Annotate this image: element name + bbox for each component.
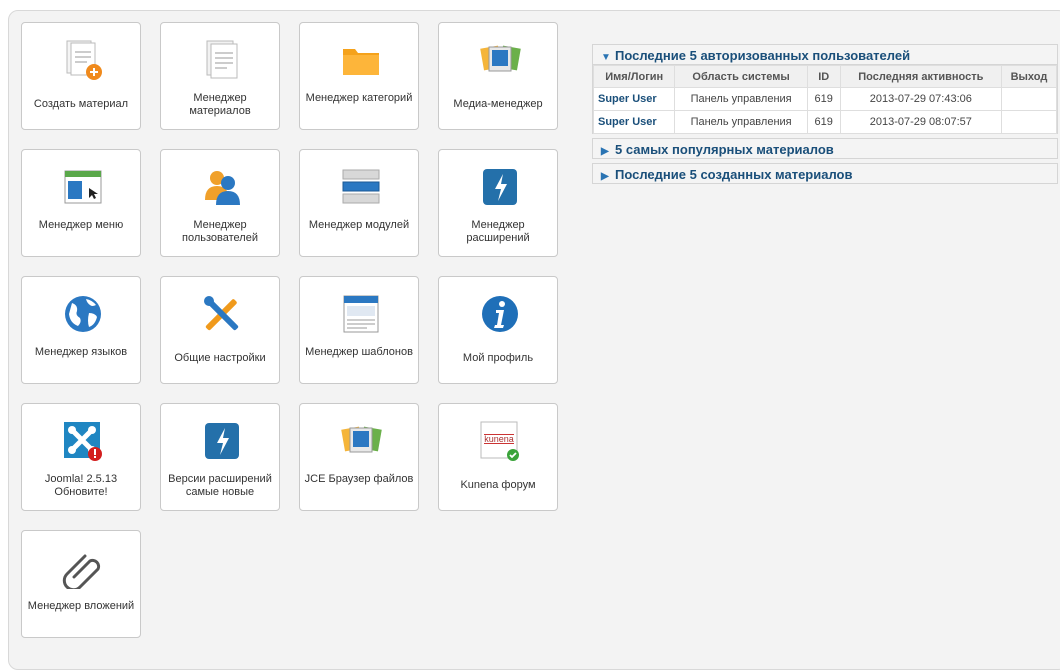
quickicon-label: Joomla! 2.5.13 Обновите! <box>44 473 118 498</box>
column-header: Имя/Логин <box>592 65 676 88</box>
table-row: Super User Панель управления 619 2013-07… <box>592 87 1058 111</box>
table-cell: 2013-07-29 07:43:06 <box>839 87 1002 111</box>
user-link[interactable]: Super User <box>592 87 676 111</box>
quickicon-module-manager[interactable]: Менеджер модулей <box>299 149 419 257</box>
attachments-paperclip-icon <box>62 554 101 589</box>
triangle-down-icon: ▼ <box>601 52 611 63</box>
quickicon-label: Менеджер вложений <box>27 600 135 612</box>
quickicon-label: Менеджер языков <box>34 346 128 358</box>
template-manager-icon <box>343 295 379 333</box>
table-cell: Панель управления <box>674 110 808 134</box>
modules-column: ▼ Последние 5 авторизованных пользователе… <box>592 44 1058 184</box>
quickicon-template-manager[interactable]: Менеджер шаблонов <box>299 276 419 384</box>
table-cell: 2013-07-29 08:07:57 <box>839 110 1002 134</box>
quickicon-label: Версии расширений самые новые <box>168 473 272 498</box>
quickicon-article-manager[interactable]: Менеджер материалов <box>160 22 280 130</box>
quickicon-label: JCE Браузер файлов <box>304 473 414 485</box>
latest-articles-header[interactable]: ▶ Последние 5 созданных материалов <box>592 163 1058 184</box>
quickicon-label: Создать материал <box>33 98 129 110</box>
quickicon-extension-versions[interactable]: Версии расширений самые новые <box>160 403 280 511</box>
triangle-right-icon: ▶ <box>601 171 609 182</box>
quickicon-jce-file-browser[interactable]: JCE Браузер файлов <box>299 403 419 511</box>
table-cell: 619 <box>806 87 841 111</box>
language-globe-icon <box>65 296 101 332</box>
table-row: Super User Панель управления 619 2013-07… <box>592 110 1058 134</box>
quickicon-user-manager[interactable]: Менеджер пользователей <box>160 149 280 257</box>
quickicon-attachments-manager[interactable]: Менеджер вложений <box>21 530 141 638</box>
kunena-forum-icon: kunena <box>480 421 519 461</box>
table-cell: 619 <box>806 110 841 134</box>
extension-versions-icon <box>205 423 239 459</box>
column-header: ID <box>806 65 841 88</box>
quickicon-label: Медиа-менеджер <box>453 98 543 110</box>
logged-users-table: Имя/Логин Область системы ID Последняя а… <box>592 65 1058 134</box>
table-cell: Панель управления <box>674 87 808 111</box>
quickicon-label: Менеджер категорий <box>305 92 413 104</box>
article-add-icon <box>66 40 102 80</box>
user-manager-icon <box>205 171 240 205</box>
column-header: Последняя активность <box>839 65 1002 88</box>
quickicon-global-config[interactable]: Общие настройки <box>160 276 280 384</box>
category-folder-icon <box>343 49 379 75</box>
global-config-tools-icon <box>204 296 239 331</box>
column-header: Выход <box>1000 65 1058 88</box>
logout-cell <box>1000 87 1058 111</box>
quickicon-label: Менеджер меню <box>38 219 124 231</box>
jce-file-browser-icon <box>341 426 382 453</box>
joomla-update-icon <box>64 422 102 461</box>
module-manager-icon <box>342 169 380 204</box>
quickicon-media-manager[interactable]: Медиа-менеджер <box>438 22 558 130</box>
quickicon-language-manager[interactable]: Менеджер языков <box>21 276 141 384</box>
extension-manager-icon <box>483 169 517 205</box>
quickicon-label: Менеджер расширений <box>466 219 530 244</box>
quickicon-kunena-forum[interactable]: kunena Kunena форум <box>438 403 558 511</box>
triangle-right-icon: ▶ <box>601 146 609 157</box>
logged-users-header[interactable]: ▼ Последние 5 авторизованных пользователе… <box>592 44 1058 65</box>
popular-articles-header[interactable]: ▶ 5 самых популярных материалов <box>592 138 1058 159</box>
user-link[interactable]: Super User <box>592 110 676 134</box>
quickicon-label: Kunena форум <box>460 479 536 491</box>
quickicon-label: Мой профиль <box>462 352 534 364</box>
column-header: Область системы <box>674 65 808 88</box>
logout-cell <box>1000 110 1058 134</box>
media-manager-icon <box>480 45 521 72</box>
svg-text:kunena: kunena <box>484 434 514 444</box>
quickicon-label: Общие настройки <box>174 352 266 364</box>
quickicon-add-article[interactable]: Создать материал <box>21 22 141 130</box>
quickicon-label: Менеджер шаблонов <box>305 346 413 358</box>
table-header-row: Имя/Логин Область системы ID Последняя а… <box>592 65 1058 88</box>
quickicon-category-manager[interactable]: Менеджер категорий <box>299 22 419 130</box>
article-manager-icon <box>206 40 238 79</box>
quickicon-joomla-update[interactable]: Joomla! 2.5.13 Обновите! <box>21 403 141 511</box>
quickicon-label: Менеджер материалов <box>189 92 251 117</box>
menu-manager-icon <box>64 170 102 204</box>
quickicon-label: Менеджер пользователей <box>182 219 258 244</box>
quickicon-grid: Создать материал Менеджер материалов Мен… <box>21 22 561 642</box>
profile-info-icon <box>482 296 518 332</box>
quickicon-label: Менеджер модулей <box>308 219 410 231</box>
quickicon-extension-manager[interactable]: Менеджер расширений <box>438 149 558 257</box>
quickicon-menu-manager[interactable]: Менеджер меню <box>21 149 141 257</box>
quickicon-my-profile[interactable]: Мой профиль <box>438 276 558 384</box>
